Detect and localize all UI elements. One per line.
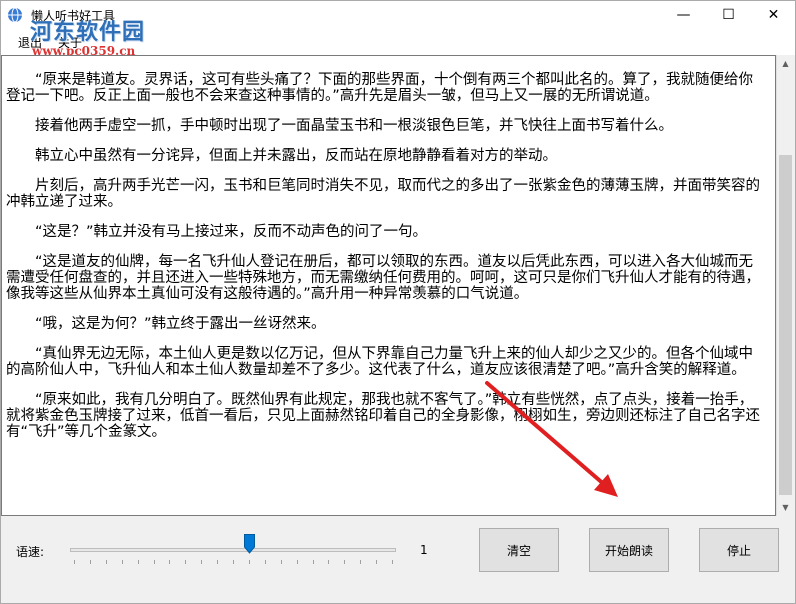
slider-tick [217,560,218,564]
slider-tick [201,560,202,564]
paragraph: “原来是韩道友。灵界话，这可有些头痛了？下面的那些界面，十个倒有两三个都叫此名的… [6,72,754,104]
scroll-up-icon[interactable]: ▲ [777,55,794,72]
slider-tick [265,560,266,564]
slider-tick [376,560,377,564]
start-reading-button[interactable]: 开始朗读 [589,528,669,572]
paragraph: “真仙界无边无际，本土仙人更是数以亿万记，但从下界靠自己力量飞升上来的仙人却少之… [6,346,754,378]
menu-item-exit[interactable]: 退出 [14,34,46,51]
slider-tick [392,560,393,564]
slider-tick [90,560,91,564]
slider-tick [74,560,75,564]
slider-tick [122,560,123,564]
speed-slider-thumb[interactable] [244,534,255,554]
paragraph: “哦，这是为何？”韩立终于露出一丝讶然来。 [35,316,326,332]
slider-tick [328,560,329,564]
minimize-button[interactable]: — [661,0,706,30]
close-button[interactable]: ✕ [751,0,796,30]
paragraph-list: “原来是韩道友。灵界话，这可有些头痛了？下面的那些界面，十个倒有两三个都叫此名的… [2,56,775,440]
slider-tick [185,560,186,564]
control-panel: 语速: 1 清空 开始朗读 停止 [0,516,796,604]
minimize-icon: — [676,7,691,23]
speed-slider-track[interactable] [70,548,396,552]
vertical-scrollbar[interactable]: ▲ ▼ [776,55,794,516]
slider-tick [138,560,139,564]
slider-tick [233,560,234,564]
paragraph: “这是？”韩立并没有马上接过来，反而不动声色的问了一句。 [35,224,428,240]
paragraph: 片刻后，高升两手光芒一闪，玉书和巨笔同时消失不见，取而代之的多出了一张紫金色的薄… [6,178,760,210]
slider-tick [313,560,314,564]
globe-icon [8,7,22,23]
text-content-area[interactable]: “原来是韩道友。灵界话，这可有些头痛了？下面的那些界面，十个倒有两三个都叫此名的… [1,55,776,516]
clear-button[interactable]: 清空 [479,528,559,572]
slider-tick [154,560,155,564]
paragraph: 接着他两手虚空一抓，手中顿时出现了一面晶莹玉书和一根淡银色巨笔，并飞快往上面书写… [35,118,673,134]
scroll-down-icon[interactable]: ▼ [777,499,794,516]
close-icon: ✕ [767,7,780,23]
speed-label: 语速: [16,545,45,559]
slider-tick [169,560,170,564]
slider-tick [360,560,361,564]
slider-tick [297,560,298,564]
scroll-thumb[interactable] [779,155,792,495]
paragraph: “原来如此，我有几分明白了。既然仙界有此规定，那我也就不客气了。”韩立有些恍然，… [6,392,760,440]
slider-tick [249,560,250,564]
stop-button[interactable]: 停止 [699,528,779,572]
maximize-button[interactable]: ☐ [706,0,751,30]
maximize-icon: ☐ [722,7,735,23]
slider-tick [281,560,282,564]
speed-value: 1 [420,543,428,557]
menu-bar: 退出 关于 [0,30,796,55]
menu-item-about[interactable]: 关于 [54,34,86,51]
paragraph: “这是道友的仙牌，每一名飞升仙人登记在册后，都可以领取的东西。道友以后凭此东西，… [6,254,760,302]
title-bar: 懒人听书好工具 — ☐ ✕ [0,0,796,30]
slider-tick [106,560,107,564]
paragraph: 韩立心中虽然有一分诧异，但面上并未露出，反而站在原地静静看着对方的举动。 [35,148,557,164]
slider-tick [344,560,345,564]
window-title: 懒人听书好工具 [31,9,116,23]
